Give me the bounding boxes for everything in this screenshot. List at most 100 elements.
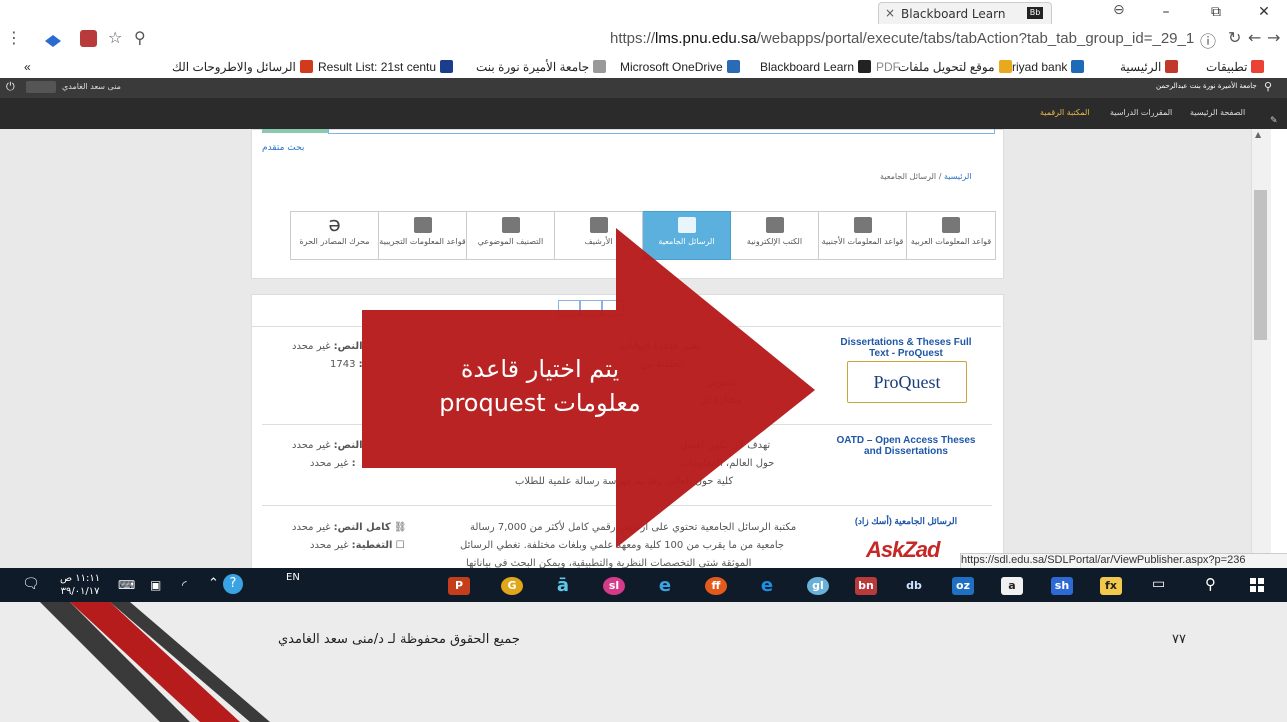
taskbar-app-icon[interactable]: bn — [855, 577, 877, 595]
db-title-oatd[interactable]: OATD – Open Access Theses and Dissertati… — [830, 435, 982, 457]
bookmark-apps[interactable]: تطبيقات — [1206, 60, 1265, 74]
edge-icon[interactable]: e — [756, 577, 778, 595]
advanced-search-link[interactable]: بحث متقدم — [262, 143, 304, 153]
bookmark-onedrive[interactable]: Microsoft OneDrive — [620, 60, 740, 74]
amazon-icon[interactable]: a — [1001, 577, 1023, 595]
search-input[interactable] — [328, 129, 995, 134]
firefox-icon[interactable]: ff — [705, 577, 727, 595]
bookmark-home[interactable]: الرئيسية — [1120, 60, 1179, 74]
bookmark-blackboard[interactable]: Blackboard Learn — [760, 60, 872, 74]
dropbox-icon[interactable]: db — [903, 577, 925, 595]
clock[interactable]: ١١:١١ ص ٣٩/٠١/١٧ — [60, 572, 100, 598]
pager-button[interactable] — [602, 300, 624, 316]
edit-icon[interactable]: ✎ — [1270, 116, 1278, 126]
pager-button[interactable] — [580, 300, 602, 316]
breadcrumb: الرئيسية / الرسائل الجامعية — [880, 172, 972, 181]
blue-bookmark-icon[interactable] — [45, 32, 61, 47]
pdf-convert-icon — [998, 60, 1012, 73]
restore-button[interactable]: ⧉ — [1196, 0, 1236, 24]
star-badge-icon — [1165, 60, 1179, 73]
power-icon[interactable]: ⏻ — [6, 80, 15, 94]
globe-icon[interactable]: gl — [807, 577, 829, 595]
db-title-askzad[interactable]: الرسائل الجامعية (أسك زاد) — [830, 516, 982, 527]
nav-home[interactable]: الصفحة الرئيسية — [1190, 108, 1245, 117]
bookmarks-bar: « الرسائل والاطروحات الك Result List: 21… — [0, 56, 1287, 79]
row-meta: النص: غير محدد — [292, 341, 363, 352]
bookmarks-overflow[interactable]: « — [24, 60, 31, 74]
breadcrumb-home[interactable]: الرئيسية — [944, 172, 972, 181]
nav-courses[interactable]: المقررات الدراسية — [1110, 108, 1172, 117]
tab-theses[interactable]: الرسائل الجامعية — [642, 211, 731, 260]
tab-open-sources[interactable]: ə محرك المصادر الحرة — [290, 211, 379, 260]
tab-blackboard-learn[interactable]: × Blackboard Learn Bb — [878, 2, 1052, 25]
browser-tab-strip — [0, 0, 1287, 25]
row-desc: مختارة لل — [700, 395, 742, 406]
tab-arabic-databases[interactable]: قواعد المعلومات العربية — [906, 211, 996, 260]
bookmark-pdf-convert[interactable]: موقع لتحويل ملفات — [898, 60, 1012, 74]
star-bookmark-icon[interactable]: ☆ — [108, 28, 122, 47]
chevron-up-icon[interactable]: ⌃ — [208, 576, 219, 591]
menu-dots-icon[interactable]: ⋮ — [6, 28, 22, 47]
help-icon[interactable]: ? — [223, 574, 243, 594]
blackboard-icon — [858, 60, 872, 73]
reload-icon[interactable]: ↻ — [1228, 28, 1241, 47]
thesis-icon — [677, 217, 696, 233]
tab-close-button[interactable]: × — [885, 6, 895, 20]
taskbar-app-icon[interactable]: ā — [552, 577, 574, 595]
nav-digital-library[interactable]: المكتبة الرقمية — [1040, 108, 1090, 117]
bookmark-theses[interactable]: الرسائل والاطروحات الك — [172, 60, 313, 74]
tab-trial-databases[interactable]: قواعد المعلومات التجريبية — [378, 211, 467, 260]
search-icon[interactable]: ⚲ — [134, 28, 146, 47]
breadcrumb-separator: / — [938, 172, 942, 181]
windows-start-icon[interactable] — [1250, 577, 1264, 592]
close-window-button[interactable]: ✕ — [1244, 0, 1284, 24]
flower-icon — [299, 60, 313, 73]
bookmark-pdf[interactable]: PDF — [876, 60, 900, 74]
person-icon[interactable]: ⚲ — [1264, 80, 1272, 93]
divider — [262, 424, 992, 425]
row-meta: ☐ التغطية: غير محدد — [310, 540, 405, 551]
scroll-up-icon[interactable]: ▲ — [1255, 130, 1261, 139]
keyboard-icon[interactable]: ⌨ — [118, 578, 135, 592]
row-meta: النص: غير محدد — [292, 440, 363, 451]
pager-button[interactable] — [558, 300, 580, 316]
forward-icon[interactable]: ← — [1248, 28, 1261, 47]
back-icon[interactable]: → — [1267, 28, 1280, 47]
search-icon[interactable]: ⚲ — [1205, 575, 1216, 593]
extension-icon[interactable] — [80, 30, 97, 47]
bookmark-result-list[interactable]: Result List: 21st centu — [318, 60, 454, 74]
tab-subject-classification[interactable]: التصنيف الموضوعي — [466, 211, 555, 260]
wifi-icon[interactable]: ◜ — [182, 578, 187, 592]
row-meta: : غير محدد — [310, 458, 356, 469]
chrome-icon[interactable]: G — [501, 577, 523, 595]
file-explorer-icon[interactable]: fx — [1100, 577, 1122, 595]
proquest-logo[interactable]: ProQuest — [847, 361, 967, 403]
scrollbar-thumb[interactable] — [1254, 190, 1267, 340]
slide-number: ٧٧ — [1172, 632, 1186, 647]
bookmark-riyad-bank[interactable]: riyad bank — [1012, 60, 1085, 74]
action-center-icon[interactable]: 🗨 — [22, 576, 40, 592]
task-view-icon[interactable]: ▭ — [1152, 576, 1165, 592]
notifications-badge[interactable] — [26, 81, 56, 93]
row-desc: نصوص — [706, 377, 735, 388]
network-icon[interactable]: ▣ — [150, 578, 161, 592]
tab-foreign-databases[interactable]: قواعد المعلومات الأجنبية — [818, 211, 907, 260]
user-name[interactable]: منى سعد الغامدي — [62, 82, 121, 91]
row-desc: تهدف لأن تكون أفضل — [680, 440, 771, 451]
tab-ebooks[interactable]: الكتب الإلكترونية — [730, 211, 819, 260]
bookmark-pnu[interactable]: جامعة الأميرة نورة بنت — [476, 60, 607, 74]
info-icon[interactable]: ⓘ — [1200, 28, 1216, 52]
language-indicator[interactable]: EN — [286, 572, 300, 583]
outlook-icon[interactable]: oz — [952, 577, 974, 595]
askzad-logo[interactable]: AskZad — [866, 537, 940, 563]
profile-icon[interactable]: ⊖ — [1113, 2, 1125, 18]
internet-explorer-icon[interactable]: e — [654, 577, 676, 595]
db-title-proquest[interactable]: Dissertations & Theses Full Text - ProQu… — [830, 337, 982, 359]
tab-archive[interactable]: الأرشيف — [554, 211, 643, 260]
url-field[interactable]: https://lms.pnu.edu.sa/webapps/portal/ex… — [610, 30, 1194, 47]
taskbar-app-icon[interactable]: sl — [603, 577, 625, 595]
store-icon[interactable]: sh — [1051, 577, 1073, 595]
globe-database-icon — [853, 217, 872, 233]
powerpoint-icon[interactable]: P — [448, 577, 470, 595]
minimize-button[interactable]: – — [1146, 0, 1186, 24]
